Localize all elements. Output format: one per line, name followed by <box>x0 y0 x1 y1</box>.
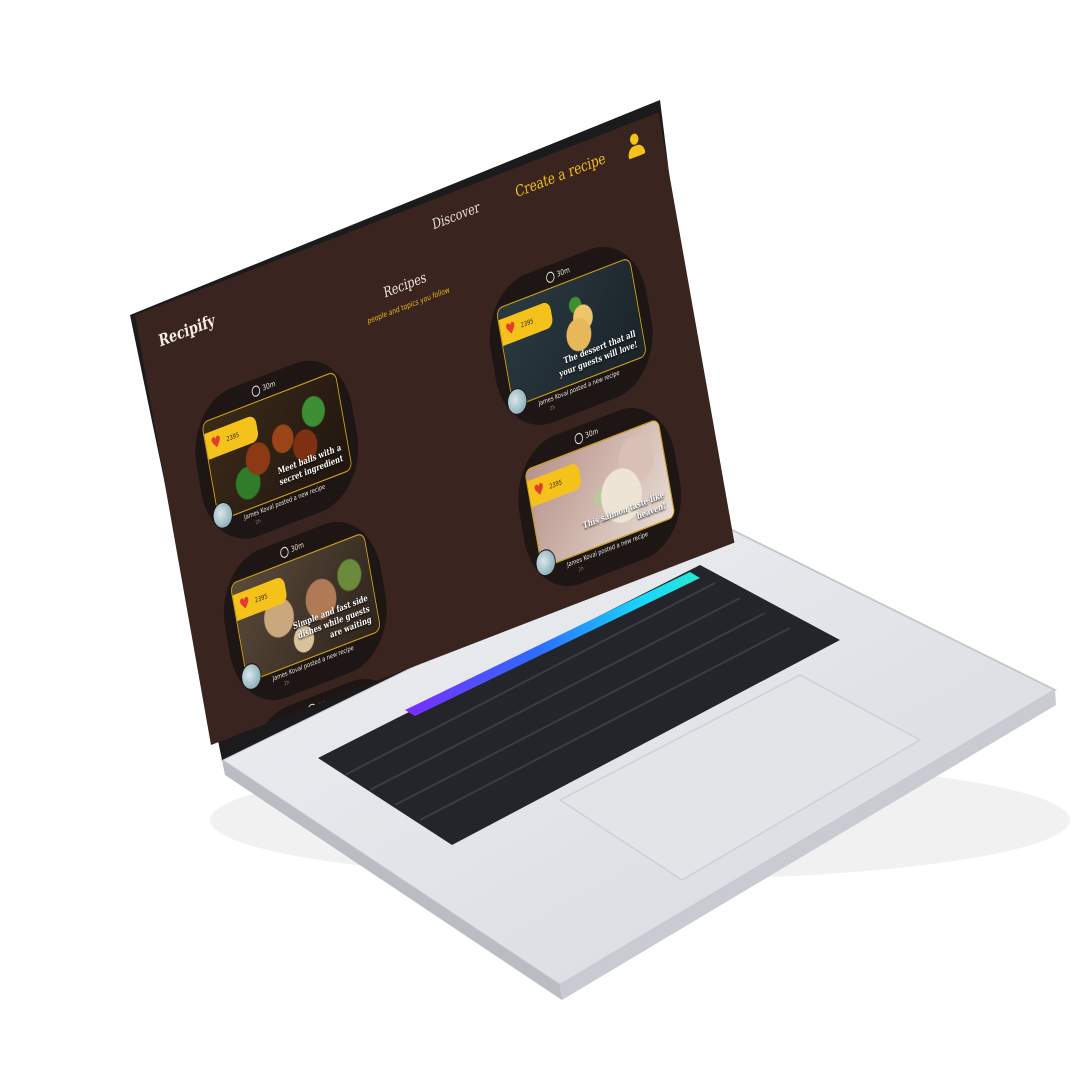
recipe-caption: Simple and fast side dishes while guests… <box>292 591 373 641</box>
recipe-photo[interactable]: ♥ 2395 This salmon taste like heaven! <box>524 418 676 569</box>
user-icon[interactable] <box>624 130 646 161</box>
like-badge: ♥ 2395 <box>204 414 260 460</box>
like-count: 2395 <box>225 430 240 444</box>
like-count: 2395 <box>548 478 563 491</box>
cook-time-value: 30m <box>556 265 571 280</box>
like-badge: ♥ 2395 <box>232 575 288 622</box>
recipe-photo[interactable]: ♥ 2395 Meet balls with a secret ingredie… <box>201 370 353 522</box>
heart-icon[interactable]: ♥ <box>504 319 517 340</box>
recipe-caption: Meet balls with a secret ingredient <box>276 441 344 488</box>
recipe-photo[interactable]: ♥ 2395 Simple and fast side dishes while… <box>229 532 382 683</box>
timer-icon <box>573 431 584 446</box>
like-count: 2395 <box>254 591 269 605</box>
posted-time: 2h <box>283 679 290 688</box>
recipe-caption: The dessert that all your guests will lo… <box>558 327 639 380</box>
like-badge: ♥ 2395 <box>498 300 554 347</box>
cook-time-value: 30m <box>261 379 277 393</box>
heart-icon[interactable]: ♥ <box>210 433 223 454</box>
heart-icon[interactable]: ♥ <box>238 594 251 615</box>
timer-icon <box>545 270 556 285</box>
nav-discover[interactable]: Discover <box>431 200 481 234</box>
like-badge: ♥ 2395 <box>527 461 583 508</box>
like-count: 2395 <box>520 316 535 330</box>
cook-time-value: 30m <box>290 540 305 555</box>
posted-time: 2h <box>549 404 556 413</box>
heart-icon[interactable]: ♥ <box>533 480 546 501</box>
recipe-photo[interactable]: ♥ 2395 The dessert that all your guests … <box>495 256 648 408</box>
timer-icon <box>250 384 261 399</box>
recipe-caption: This salmon taste like heaven! <box>581 488 667 531</box>
posted-time: 2h <box>578 565 585 574</box>
posted-time: 2h <box>255 518 262 527</box>
user-icon-body <box>627 142 646 160</box>
cook-time-value: 30m <box>584 426 599 441</box>
timer-icon <box>279 545 290 560</box>
app-logo[interactable]: Recipify <box>157 310 216 351</box>
